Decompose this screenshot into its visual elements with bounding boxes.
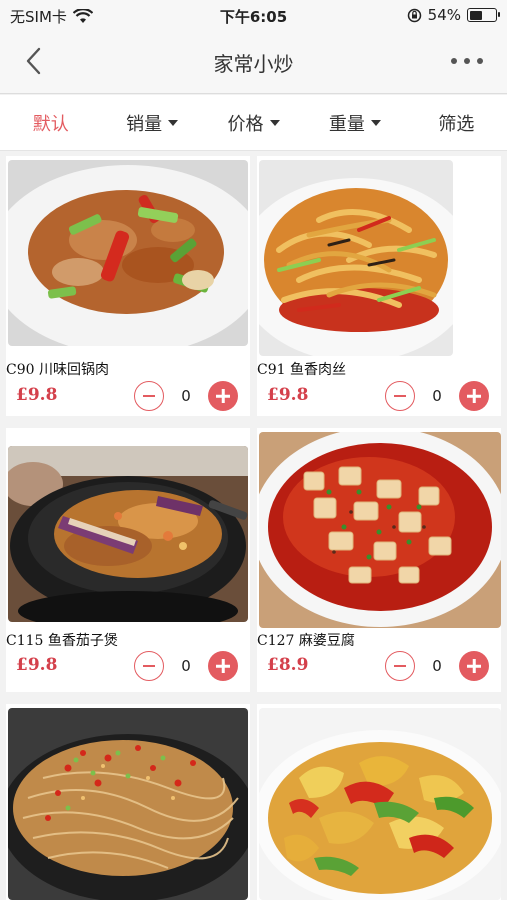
decrease-button[interactable] [385,651,415,681]
sort-weight-label: 重量 [328,113,365,135]
status-bar: 无SIM卡 下午6:05 54% [0,0,507,30]
battery-percent: 54% [427,6,461,24]
dish-image[interactable] [8,160,248,346]
more-button[interactable] [451,50,483,72]
dish-image[interactable] [259,432,501,628]
increase-button[interactable] [208,651,238,681]
more-dot-icon [464,58,470,64]
sort-price-label: 价格 [227,113,264,135]
product-card[interactable]: C115 鱼香茄子煲 £9.8 0 [6,428,250,692]
quantity-value: 0 [181,387,191,405]
quantity-stepper: 0 [134,651,238,681]
sort-default-label: 默认 [32,113,69,135]
dish-image[interactable] [259,708,501,900]
sort-default-tab[interactable]: 默认 [0,95,101,150]
more-dot-icon [451,58,457,64]
sort-weight-tab[interactable]: 重量 [304,95,405,150]
sort-price-tab[interactable]: 价格 [203,95,304,150]
product-price: £8.9 [267,655,309,675]
product-card[interactable] [257,704,501,900]
dish-image[interactable] [259,160,453,356]
caret-down-icon [168,119,179,126]
product-price: £9.8 [16,385,58,405]
quantity-value: 0 [432,657,442,675]
nav-bar: 家常小炒 [0,30,507,94]
increase-button[interactable] [459,381,489,411]
sort-filter-bar: 默认 销量 价格 重量 筛选 [0,95,507,151]
quantity-value: 0 [432,387,442,405]
caret-down-icon [269,119,280,126]
decrease-button[interactable] [385,381,415,411]
product-card[interactable] [6,704,250,900]
dish-image[interactable] [8,446,248,622]
more-dot-icon [477,58,483,64]
product-price: £9.8 [267,385,309,405]
quantity-stepper: 0 [385,381,489,411]
product-card[interactable]: C127 麻婆豆腐 £8.9 0 [257,428,501,692]
decrease-button[interactable] [134,651,164,681]
status-right: 54% [407,6,500,24]
product-name: C90 川味回锅肉 [6,362,109,378]
product-name: C91 鱼香肉丝 [257,362,346,378]
caret-down-icon [370,119,381,126]
product-name: C127 麻婆豆腐 [257,633,355,649]
quantity-stepper: 0 [385,651,489,681]
product-name: C115 鱼香茄子煲 [6,633,118,649]
product-card[interactable]: C91 鱼香肉丝 £9.8 0 [257,156,501,416]
back-button[interactable] [20,44,50,78]
product-price: £9.8 [16,655,58,675]
sort-sales-tab[interactable]: 销量 [101,95,202,150]
filter-tab[interactable]: 筛选 [406,95,507,150]
dish-image[interactable] [8,708,248,900]
quantity-value: 0 [181,657,191,675]
increase-button[interactable] [459,651,489,681]
decrease-button[interactable] [134,381,164,411]
sort-sales-label: 销量 [126,113,163,135]
quantity-stepper: 0 [134,381,238,411]
increase-button[interactable] [208,381,238,411]
chevron-left-icon [26,47,41,75]
product-card[interactable]: C90 川味回锅肉 £9.8 0 [6,156,250,416]
page-title: 家常小炒 [213,52,294,76]
battery-icon [467,8,500,22]
orientation-lock-icon [407,8,421,22]
filter-label: 筛选 [438,113,475,135]
